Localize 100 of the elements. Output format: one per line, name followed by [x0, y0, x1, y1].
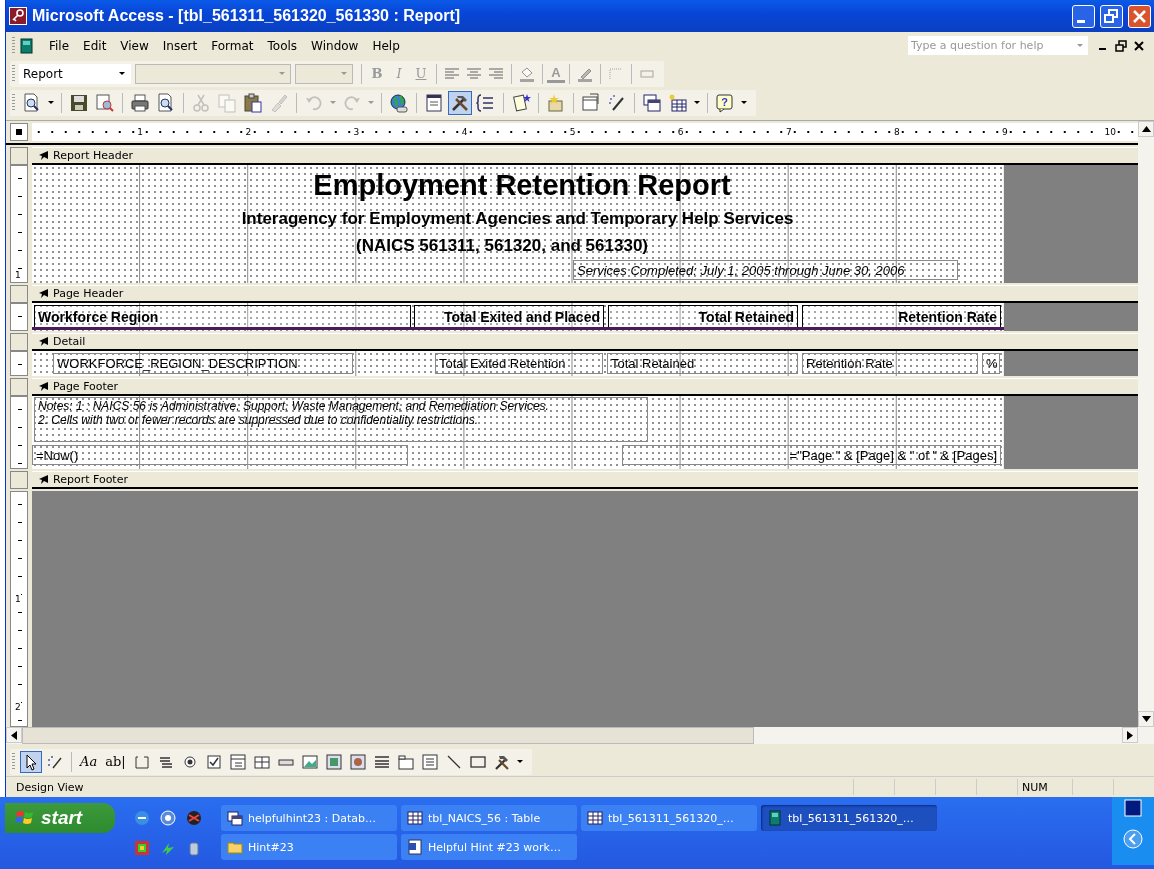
section-selector[interactable] [10, 333, 28, 351]
help-search-field[interactable]: Type a question for help [908, 36, 1088, 55]
status-text: Design View [16, 780, 84, 794]
restore-button[interactable] [1100, 4, 1123, 28]
menu-item[interactable]: Window [305, 36, 367, 55]
column-heading[interactable]: Total Retained [608, 305, 798, 328]
chevron-icon[interactable] [1123, 829, 1143, 849]
window-title: Microsoft Access - [tbl_561311_561320_561330 : Report] [32, 7, 461, 25]
close-button[interactable] [1128, 4, 1151, 28]
key-icon [9, 7, 27, 25]
close-icon[interactable] [1133, 39, 1145, 52]
vertical-ruler [10, 351, 28, 376]
report-selector[interactable] [10, 123, 28, 141]
windows-icon[interactable] [641, 91, 663, 114]
clipboard-icon[interactable] [242, 91, 264, 114]
report-subtitle[interactable]: (NAICS 561311, 561320, and 561330) [332, 233, 672, 259]
text-box-control[interactable]: % [982, 353, 1000, 374]
menu-item[interactable]: Tools [261, 36, 306, 55]
text-box-control[interactable]: =Now() [32, 445, 408, 465]
ruler-number: 7 [784, 127, 793, 137]
section-bar[interactable]: Report Footer [32, 471, 1138, 489]
arrow-icon [38, 336, 49, 347]
document-icon [407, 839, 423, 855]
menu-item[interactable]: Format [205, 36, 262, 55]
section-title: Report Header [53, 149, 133, 162]
scroll-right-icon[interactable] [1127, 730, 1133, 740]
taskbar-button[interactable]: tbl_561311_561320_… [581, 805, 757, 831]
menu-item[interactable]: View [114, 36, 157, 55]
pointer-icon[interactable] [21, 751, 41, 772]
text-box-control[interactable]: Retention Rate [802, 353, 978, 374]
ruler-number: 1 [136, 127, 145, 137]
start-button[interactable]: start [5, 803, 115, 833]
ruler-number: 8 [893, 127, 901, 137]
hammer-icon[interactable] [449, 91, 471, 114]
section-selector[interactable] [10, 285, 28, 303]
section-bar[interactable]: Detail [32, 333, 1138, 351]
dropdown-arrow-icon[interactable] [741, 101, 747, 104]
window-page-icon[interactable] [580, 91, 602, 114]
taskbar-button[interactable]: helpfulhint23 : Datab… [221, 805, 397, 831]
printer-icon[interactable] [129, 91, 151, 114]
vertical-scrollbar[interactable] [1138, 121, 1154, 727]
ruler-number: 2 [15, 702, 21, 712]
dropdown-arrow-icon[interactable] [516, 760, 523, 763]
section-selector[interactable] [10, 147, 28, 165]
menu-item[interactable]: Edit [77, 36, 115, 55]
form-icon[interactable] [423, 91, 445, 114]
text-box-control[interactable]: ="Page " & [Page] & " of " & [Pages] [622, 445, 1001, 465]
notes-label[interactable]: Notes: 1 : NAICS 56 is Administrative, Support, Waste Management, and Remediation Services. 2. Cells with two or fewer records are suppressed due to confidentiality restrictions. [34, 397, 648, 442]
restore-icon[interactable] [1115, 39, 1127, 52]
taskbar-button[interactable]: tbl_561311_561320_… [761, 805, 937, 831]
section-title: Detail [53, 335, 86, 348]
section-selector[interactable] [10, 378, 28, 396]
ruler-number: 1 [15, 594, 21, 604]
status-indicator: NUM [1017, 779, 1072, 795]
report-subtitle[interactable]: Interagency for Employment Agencies and Temporary Help Services [140, 205, 895, 233]
object-selector[interactable]: Report [19, 63, 131, 84]
text-box-control[interactable]: Total Retained [607, 353, 798, 374]
section-bar[interactable]: Page Footer [32, 378, 1138, 396]
arrow-icon [38, 288, 49, 299]
dropdown-arrow-icon[interactable] [48, 101, 54, 104]
menu-item[interactable]: Help [366, 36, 408, 55]
square-icon[interactable] [1124, 799, 1142, 817]
page-star-icon[interactable] [510, 91, 532, 114]
minimize-icon [1077, 19, 1085, 23]
dropdown-arrow-icon[interactable] [694, 101, 700, 104]
book-icon [767, 810, 783, 826]
menu-item[interactable]: Insert [156, 36, 206, 55]
scroll-up-icon[interactable] [1141, 126, 1151, 132]
menu-item[interactable]: File [43, 36, 78, 55]
date-range-label[interactable]: Services Completed: July 1, 2005 through June 30, 2006 [573, 260, 958, 280]
vertical-ruler [10, 303, 28, 331]
taskbar-button[interactable]: Helpful Hint #23 work… [401, 834, 577, 860]
text-box-control[interactable]: WORKFORCE_REGION_DESCRIPTION [53, 353, 353, 374]
scroll-left-icon[interactable] [11, 730, 17, 740]
column-heading[interactable]: Retention Rate [802, 305, 1001, 328]
arrow-icon [38, 474, 49, 485]
search-page-icon[interactable] [94, 91, 116, 114]
ruler-number: 10 [1103, 127, 1117, 137]
font-name-field[interactable] [135, 63, 291, 84]
horizontal-scrollbar[interactable] [6, 727, 1154, 744]
ruler-number: 5 [568, 127, 577, 137]
section-bar[interactable]: Page Header [32, 285, 1138, 303]
report-title[interactable]: Employment Retention Report [262, 168, 782, 202]
section-selector[interactable] [10, 471, 28, 489]
ruler-number: 9 [1001, 127, 1009, 137]
text-box-control[interactable]: Total Exited Retention [435, 353, 603, 374]
toolbox-tool[interactable]: ab| [103, 751, 128, 772]
taskbar-button[interactable]: tbl_NAICS_56 : Table [401, 805, 577, 831]
toolbox-tool[interactable]: Aa [78, 751, 100, 772]
font-size-field[interactable] [295, 63, 353, 84]
column-heading[interactable]: Workforce Region [34, 305, 411, 328]
minimize-button[interactable] [1072, 4, 1095, 28]
taskbar-button[interactable]: Hint#23 [221, 834, 397, 860]
flag-icon [15, 809, 35, 827]
scroll-down-icon[interactable] [1141, 716, 1151, 722]
book-icon[interactable] [19, 37, 35, 54]
object-frame-icon[interactable] [323, 751, 344, 772]
ruler-number: 2 [244, 127, 253, 137]
section-bar[interactable]: Report Header [32, 147, 1138, 165]
bound-frame-icon[interactable] [347, 751, 368, 772]
